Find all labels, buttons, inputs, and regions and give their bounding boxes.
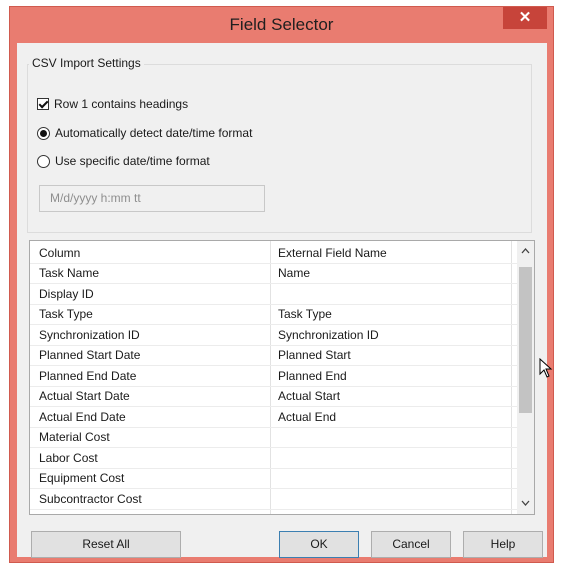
specific-format-label: Use specific date/time format xyxy=(55,154,210,168)
table-row[interactable]: Actual End Date Actual End xyxy=(30,408,518,428)
external-field-cell[interactable]: Planned Start xyxy=(278,346,508,365)
table-row[interactable]: Subcontractor Cost xyxy=(30,490,518,510)
auto-detect-label: Automatically detect date/time format xyxy=(55,126,253,140)
external-field-cell[interactable] xyxy=(278,428,508,447)
specific-format-radio[interactable]: Use specific date/time format xyxy=(37,152,210,170)
external-field-cell[interactable]: Planned End xyxy=(278,367,508,386)
column-cell: Display ID xyxy=(39,286,94,301)
grid-rows: Column External Field Name Task Name Name… xyxy=(30,241,518,514)
column-header[interactable]: Column xyxy=(39,244,269,263)
close-icon: ✕ xyxy=(518,9,532,26)
column-cell: Subcontractor Cost xyxy=(39,491,142,506)
external-field-header[interactable]: External Field Name xyxy=(278,244,508,263)
date-format-field[interactable]: M/d/yyyy h:mm tt xyxy=(39,185,265,212)
column-cell: Labor Cost xyxy=(39,450,98,465)
ok-button[interactable]: OK xyxy=(279,531,359,558)
external-field-cell[interactable]: Actual Start xyxy=(278,387,508,406)
chevron-up-icon[interactable] xyxy=(517,243,534,260)
table-row[interactable]: Equipment Cost xyxy=(30,469,518,489)
close-button[interactable]: ✕ xyxy=(503,7,547,29)
radio-selected-icon[interactable] xyxy=(37,126,50,140)
reset-all-button[interactable]: Reset All xyxy=(31,531,181,558)
field-mapping-grid: Column External Field Name Task Name Name… xyxy=(29,240,535,515)
column-cell: Equipment Cost xyxy=(39,471,125,485)
column-cell: Planned End Date xyxy=(39,368,137,383)
table-row[interactable]: Synchronization ID Synchronization ID xyxy=(30,326,518,346)
column-cell: Task Type xyxy=(39,307,93,321)
column-cell: Synchronization ID xyxy=(39,327,140,342)
table-row[interactable]: Planned End Date Planned End xyxy=(30,367,518,387)
external-field-cell[interactable] xyxy=(278,449,508,468)
field-selector-window: Field Selector ✕ CSV Import Settings Row… xyxy=(9,6,554,563)
column-cell: Actual Start Date xyxy=(39,389,130,403)
group-legend: CSV Import Settings xyxy=(29,56,144,70)
external-field-cell[interactable]: Synchronization ID xyxy=(278,326,508,345)
row1-headings-label: Row 1 contains headings xyxy=(54,97,189,111)
vertical-scrollbar[interactable] xyxy=(517,241,534,514)
chevron-down-icon[interactable] xyxy=(517,495,534,512)
column-cell: Planned Start Date xyxy=(39,348,141,362)
table-row[interactable]: Material Cost xyxy=(30,428,518,448)
table-row[interactable]: Task Type Task Type xyxy=(30,305,518,325)
table-row[interactable]: Planned Start Date Planned Start xyxy=(30,346,518,366)
checkbox-checked-icon[interactable] xyxy=(37,98,49,110)
help-button[interactable]: Help xyxy=(463,531,543,558)
window-title: Field Selector xyxy=(229,15,334,34)
column-cell: Task Name xyxy=(39,266,100,280)
table-row[interactable]: Labor Cost xyxy=(30,449,518,469)
cancel-button[interactable]: Cancel xyxy=(371,531,451,558)
external-field-cell[interactable] xyxy=(278,285,508,304)
table-row[interactable]: Task Name Name xyxy=(30,264,518,284)
external-field-cell[interactable]: Task Type xyxy=(278,305,508,324)
header-row: Column External Field Name xyxy=(30,244,518,264)
dialog-body: CSV Import Settings Row 1 contains headi… xyxy=(17,43,547,558)
radio-unselected-icon[interactable] xyxy=(37,154,50,168)
external-field-cell[interactable] xyxy=(278,490,508,509)
column-cell: Actual End Date xyxy=(39,409,126,424)
title-bar[interactable]: Field Selector ✕ xyxy=(10,7,553,43)
auto-detect-radio[interactable]: Automatically detect date/time format xyxy=(37,124,252,142)
external-field-cell[interactable]: Name xyxy=(278,264,508,283)
row1-headings-checkbox[interactable]: Row 1 contains headings xyxy=(37,95,188,113)
scrollbar-thumb[interactable] xyxy=(519,267,532,413)
external-field-cell[interactable] xyxy=(278,469,508,488)
table-row[interactable]: Actual Start Date Actual Start xyxy=(30,387,518,407)
column-cell: Material Cost xyxy=(39,430,110,444)
table-row[interactable]: Display ID xyxy=(30,285,518,305)
external-field-cell[interactable]: Actual End xyxy=(278,408,508,427)
